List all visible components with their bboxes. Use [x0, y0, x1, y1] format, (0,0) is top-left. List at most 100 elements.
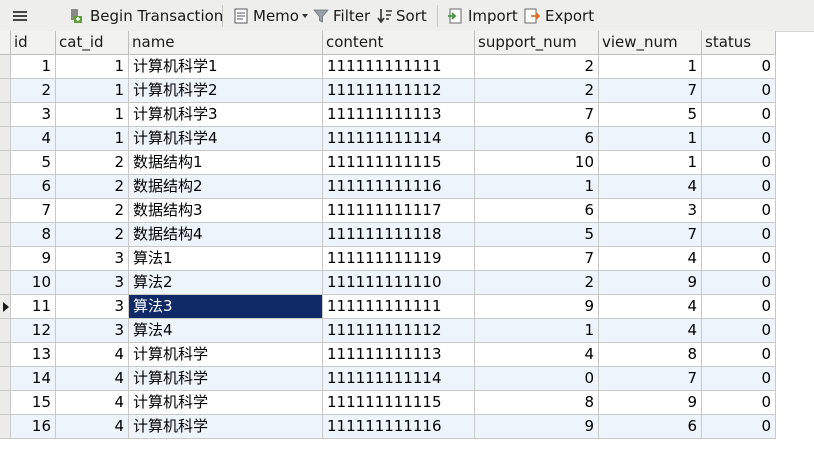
- cell-view-num[interactable]: 6: [599, 415, 702, 439]
- cell-id[interactable]: 8: [11, 223, 56, 247]
- cell-status[interactable]: 0: [702, 343, 776, 367]
- table-row[interactable]: 14 4 计算机科学 111111111114 0 7 0: [0, 367, 776, 391]
- cell-view-num[interactable]: 4: [599, 319, 702, 343]
- cell-content[interactable]: 111111111116: [323, 415, 475, 439]
- cell-content[interactable]: 111111111112: [323, 79, 475, 103]
- column-header-name[interactable]: name: [129, 31, 323, 55]
- cell-status[interactable]: 0: [702, 55, 776, 79]
- cell-status[interactable]: 0: [702, 79, 776, 103]
- cell-support-num[interactable]: 1: [475, 175, 599, 199]
- cell-name[interactable]: 计算机科学: [129, 391, 323, 415]
- cell-name[interactable]: 计算机科学3: [129, 103, 323, 127]
- cell-status[interactable]: 0: [702, 391, 776, 415]
- cell-id[interactable]: 6: [11, 175, 56, 199]
- cell-support-num[interactable]: 7: [475, 247, 599, 271]
- row-selector[interactable]: [0, 343, 11, 367]
- table-row[interactable]: 13 4 计算机科学 111111111113 4 8 0: [0, 343, 776, 367]
- cell-content[interactable]: 111111111113: [323, 343, 475, 367]
- cell-view-num[interactable]: 1: [599, 55, 702, 79]
- cell-view-num[interactable]: 4: [599, 295, 702, 319]
- cell-support-num[interactable]: 2: [475, 271, 599, 295]
- cell-name[interactable]: 算法1: [129, 247, 323, 271]
- cell-cat-id[interactable]: 2: [56, 175, 129, 199]
- cell-cat-id[interactable]: 1: [56, 127, 129, 151]
- cell-name[interactable]: 计算机科学: [129, 343, 323, 367]
- cell-support-num[interactable]: 6: [475, 127, 599, 151]
- cell-view-num[interactable]: 1: [599, 127, 702, 151]
- cell-id[interactable]: 5: [11, 151, 56, 175]
- cell-support-num[interactable]: 9: [475, 295, 599, 319]
- cell-support-num[interactable]: 10: [475, 151, 599, 175]
- row-selector[interactable]: [0, 103, 11, 127]
- cell-support-num[interactable]: 4: [475, 343, 599, 367]
- table-row[interactable]: 1 1 计算机科学1 111111111111 2 1 0: [0, 55, 776, 79]
- cell-cat-id[interactable]: 4: [56, 343, 129, 367]
- table-row[interactable]: 9 3 算法1 111111111119 7 4 0: [0, 247, 776, 271]
- cell-status[interactable]: 0: [702, 415, 776, 439]
- table-row[interactable]: 4 1 计算机科学4 111111111114 6 1 0: [0, 127, 776, 151]
- cell-content[interactable]: 111111111116: [323, 175, 475, 199]
- row-selector[interactable]: [0, 247, 11, 271]
- cell-id[interactable]: 2: [11, 79, 56, 103]
- cell-id[interactable]: 13: [11, 343, 56, 367]
- cell-id[interactable]: 3: [11, 103, 56, 127]
- cell-cat-id[interactable]: 4: [56, 367, 129, 391]
- cell-status[interactable]: 0: [702, 367, 776, 391]
- table-row[interactable]: 16 4 计算机科学 111111111116 9 6 0: [0, 415, 776, 439]
- cell-view-num[interactable]: 8: [599, 343, 702, 367]
- cell-view-num[interactable]: 3: [599, 199, 702, 223]
- cell-content[interactable]: 111111111115: [323, 151, 475, 175]
- cell-name[interactable]: 数据结构1: [129, 151, 323, 175]
- row-selector[interactable]: [0, 55, 11, 79]
- cell-name[interactable]: 计算机科学1: [129, 55, 323, 79]
- cell-view-num[interactable]: 1: [599, 151, 702, 175]
- row-selector[interactable]: [0, 391, 11, 415]
- row-selector[interactable]: [0, 367, 11, 391]
- menu-icon[interactable]: [12, 5, 32, 27]
- cell-id[interactable]: 10: [11, 271, 56, 295]
- column-header-support-num[interactable]: support_num: [475, 31, 599, 55]
- cell-view-num[interactable]: 4: [599, 175, 702, 199]
- cell-view-num[interactable]: 7: [599, 223, 702, 247]
- cell-status[interactable]: 0: [702, 295, 776, 319]
- cell-support-num[interactable]: 9: [475, 415, 599, 439]
- cell-id[interactable]: 12: [11, 319, 56, 343]
- cell-view-num[interactable]: 9: [599, 271, 702, 295]
- cell-cat-id[interactable]: 1: [56, 79, 129, 103]
- cell-name[interactable]: 数据结构4: [129, 223, 323, 247]
- cell-cat-id[interactable]: 4: [56, 415, 129, 439]
- table-row[interactable]: 12 3 算法4 111111111112 1 4 0: [0, 319, 776, 343]
- column-header-id[interactable]: id: [11, 31, 56, 55]
- table-row[interactable]: 7 2 数据结构3 111111111117 6 3 0: [0, 199, 776, 223]
- cell-view-num[interactable]: 5: [599, 103, 702, 127]
- cell-cat-id[interactable]: 3: [56, 271, 129, 295]
- cell-content[interactable]: 111111111111: [323, 295, 475, 319]
- row-selector[interactable]: [0, 223, 11, 247]
- cell-id[interactable]: 9: [11, 247, 56, 271]
- cell-support-num[interactable]: 2: [475, 79, 599, 103]
- cell-name[interactable]: 计算机科学2: [129, 79, 323, 103]
- cell-status[interactable]: 0: [702, 247, 776, 271]
- cell-status[interactable]: 0: [702, 103, 776, 127]
- cell-cat-id[interactable]: 2: [56, 199, 129, 223]
- cell-name[interactable]: 算法2: [129, 271, 323, 295]
- cell-name[interactable]: 计算机科学: [129, 415, 323, 439]
- cell-name[interactable]: 算法4: [129, 319, 323, 343]
- cell-id[interactable]: 14: [11, 367, 56, 391]
- table-row[interactable]: 5 2 数据结构1 111111111115 10 1 0: [0, 151, 776, 175]
- column-header-status[interactable]: status: [702, 31, 776, 55]
- table-row[interactable]: 11 3 算法3 111111111111 9 4 0: [0, 295, 776, 319]
- cell-support-num[interactable]: 2: [475, 55, 599, 79]
- cell-support-num[interactable]: 5: [475, 223, 599, 247]
- cell-status[interactable]: 0: [702, 223, 776, 247]
- column-header-cat-id[interactable]: cat_id: [56, 31, 129, 55]
- begin-transaction-button[interactable]: Begin Transaction: [68, 5, 223, 27]
- table-row[interactable]: 8 2 数据结构4 111111111118 5 7 0: [0, 223, 776, 247]
- cell-cat-id[interactable]: 2: [56, 151, 129, 175]
- table-row[interactable]: 15 4 计算机科学 111111111115 8 9 0: [0, 391, 776, 415]
- row-selector[interactable]: [0, 199, 11, 223]
- cell-content[interactable]: 111111111119: [323, 247, 475, 271]
- cell-status[interactable]: 0: [702, 319, 776, 343]
- row-selector[interactable]: [0, 319, 11, 343]
- cell-name[interactable]: 计算机科学: [129, 367, 323, 391]
